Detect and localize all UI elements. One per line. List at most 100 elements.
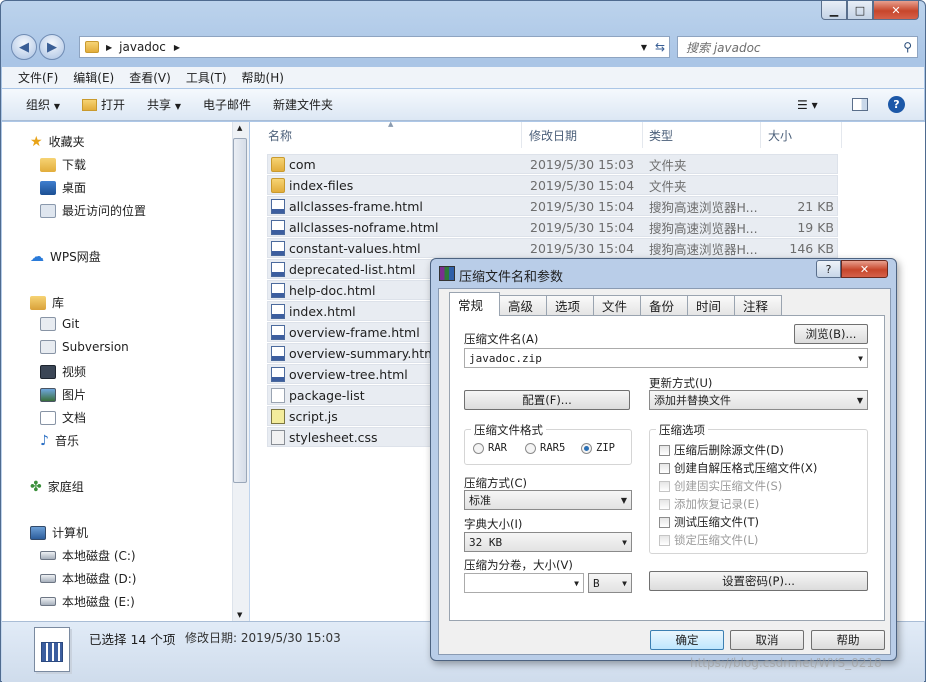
profile-button[interactable]: 配置(F)... — [464, 390, 630, 410]
nav-video[interactable]: 视频 — [40, 363, 86, 380]
menu-view[interactable]: 查看(V) — [129, 69, 171, 86]
file-name: overview-frame.html — [289, 324, 420, 340]
folder-icon — [271, 157, 285, 172]
dialog-help-button[interactable]: ? — [816, 260, 841, 278]
filename-combobox[interactable]: javadoc.zip — [464, 348, 868, 368]
file-row[interactable]: allclasses-noframe.html 2019/5/30 15:04 搜狗… — [267, 217, 838, 237]
test-archive-checkbox[interactable]: 测试压缩文件(T) — [659, 514, 759, 530]
file-date: 2019/5/30 15:04 — [530, 240, 635, 256]
scroll-down-icon[interactable]: ▼ — [237, 611, 242, 619]
address-bar[interactable]: ▶ javadoc ▶ ▼ ⇆ — [79, 36, 670, 58]
column-type[interactable]: 类型 — [631, 122, 761, 148]
create-sfx-checkbox[interactable]: 创建自解压格式压缩文件(X) — [659, 460, 817, 476]
nav-favorites[interactable]: ★ 收藏夹 — [30, 133, 85, 150]
update-mode-select[interactable]: 添加并替换文件 — [649, 390, 868, 410]
tab-comment[interactable]: 注释 — [734, 295, 782, 315]
nav-label: 文档 — [62, 411, 87, 425]
method-select[interactable]: 标准 — [464, 490, 632, 510]
nav-git[interactable]: Git — [40, 317, 79, 331]
nav-library[interactable]: 库 — [30, 294, 64, 311]
lock-archive-checkbox[interactable]: 锁定压缩文件(L) — [659, 532, 758, 548]
scroll-up-icon[interactable]: ▲ — [237, 124, 242, 132]
share-button[interactable]: 共享 ▼ — [147, 96, 181, 113]
nav-homegroup[interactable]: ✤ 家庭组 — [30, 478, 84, 495]
column-date[interactable]: 修改日期 — [511, 122, 643, 148]
menu-edit[interactable]: 编辑(E) — [73, 69, 114, 86]
tab-time[interactable]: 时间 — [687, 295, 735, 315]
file-name: help-doc.html — [289, 282, 376, 298]
format-zip-radio[interactable]: ZIP — [581, 442, 615, 454]
format-rar-radio[interactable]: RAR — [473, 442, 507, 454]
file-row[interactable]: allclasses-frame.html 2019/5/30 15:04 搜狗高速… — [267, 196, 838, 216]
file-type: 搜狗高速浏览器H... — [649, 199, 758, 215]
dict-size-select[interactable]: 32 KB — [464, 532, 632, 552]
nav-disk-d[interactable]: 本地磁盘 (D:) — [40, 570, 136, 587]
delete-after-checkbox[interactable]: 压缩后删除源文件(D) — [659, 442, 784, 458]
view-options-icon[interactable]: ☰ ▾ — [797, 98, 818, 112]
address-dropdown-icon[interactable]: ▼ — [641, 43, 647, 52]
forward-button[interactable]: ▶ — [39, 34, 65, 60]
browse-button[interactable]: 浏览(B)... — [794, 324, 868, 344]
nav-desktop[interactable]: 桌面 — [40, 179, 86, 196]
column-size[interactable]: 大小 — [750, 122, 842, 148]
recovery-record-checkbox[interactable]: 添加恢复记录(E) — [659, 496, 759, 512]
menu-tools[interactable]: 工具(T) — [186, 69, 227, 86]
close-button[interactable]: ✕ — [873, 1, 919, 20]
column-name[interactable]: 名称 ▲ — [250, 120, 522, 148]
dialog-close-button[interactable]: ✕ — [841, 260, 888, 278]
html-file-icon — [271, 199, 285, 214]
ok-button[interactable]: 确定 — [650, 630, 724, 650]
nav-pictures[interactable]: 图片 — [40, 386, 86, 403]
nav-computer[interactable]: 计算机 — [30, 524, 88, 541]
dict-label: 字典大小(I) — [464, 517, 523, 531]
checkbox-icon — [659, 444, 670, 456]
breadcrumb-javadoc[interactable]: javadoc — [119, 40, 166, 54]
nav-download[interactable]: 下载 — [40, 156, 86, 173]
tab-options[interactable]: 选项 — [546, 295, 594, 315]
nav-subversion[interactable]: Subversion — [40, 340, 129, 354]
nav-disk-e[interactable]: 本地磁盘 (E:) — [40, 593, 135, 610]
split-size-combobox[interactable] — [464, 573, 584, 593]
refresh-icon[interactable]: ⇆ — [655, 40, 665, 54]
set-password-button[interactable]: 设置密码(P)... — [649, 571, 868, 591]
nav-label: 最近访问的位置 — [62, 204, 147, 218]
nav-recent[interactable]: 最近访问的位置 — [40, 202, 146, 219]
open-button[interactable]: 打开 — [82, 96, 125, 113]
help-icon[interactable]: ? — [888, 96, 905, 113]
tab-general[interactable]: 常规 — [449, 292, 500, 316]
cancel-button[interactable]: 取消 — [730, 630, 804, 650]
preview-pane-icon[interactable] — [852, 98, 868, 111]
file-name: index.html — [289, 303, 356, 319]
tab-backup[interactable]: 备份 — [640, 295, 688, 315]
menu-file[interactable]: 文件(F) — [18, 69, 58, 86]
nav-label: 计算机 — [52, 526, 89, 540]
format-rar5-radio[interactable]: RAR5 — [525, 442, 565, 454]
search-input[interactable]: 搜索 javadoc ⚲ — [677, 36, 918, 58]
maximize-button[interactable]: □ — [847, 1, 873, 20]
command-bar: 组织 ▼ 打开 共享 ▼ 电子邮件 新建文件夹 ☰ ▾ ? — [2, 89, 924, 121]
nav-disk-c[interactable]: 本地磁盘 (C:) — [40, 547, 136, 564]
help-button[interactable]: 帮助 — [811, 630, 885, 650]
file-row[interactable]: index-files 2019/5/30 15:04 文件夹 — [267, 175, 838, 195]
search-icon[interactable]: ⚲ — [903, 40, 912, 54]
nav-documents[interactable]: 文档 — [40, 409, 86, 426]
split-unit-select[interactable]: B — [588, 573, 632, 593]
open-label: 打开 — [101, 98, 126, 112]
checkbox-label: 测试压缩文件(T) — [674, 515, 759, 529]
file-row[interactable]: com 2019/5/30 15:03 文件夹 — [267, 154, 838, 174]
back-button[interactable]: ◀ — [11, 34, 37, 60]
nav-label: 图片 — [62, 388, 87, 402]
tab-files[interactable]: 文件 — [593, 295, 641, 315]
nav-scroll-thumb[interactable] — [233, 138, 247, 483]
email-button[interactable]: 电子邮件 — [203, 96, 251, 113]
nav-music[interactable]: ♪ 音乐 — [40, 432, 79, 449]
file-row[interactable]: constant-values.html 2019/5/30 15:04 搜狗高速浏… — [267, 238, 838, 258]
new-folder-button[interactable]: 新建文件夹 — [273, 96, 333, 113]
nav-wps[interactable]: ☁ WPS网盘 — [30, 248, 101, 265]
organize-button[interactable]: 组织 ▼ — [26, 96, 60, 113]
solid-archive-checkbox[interactable]: 创建固实压缩文件(S) — [659, 478, 782, 494]
tab-advanced[interactable]: 高级 — [499, 295, 547, 315]
js-file-icon — [271, 409, 285, 424]
menu-help[interactable]: 帮助(H) — [242, 69, 284, 86]
minimize-button[interactable]: ▁ — [821, 1, 847, 20]
